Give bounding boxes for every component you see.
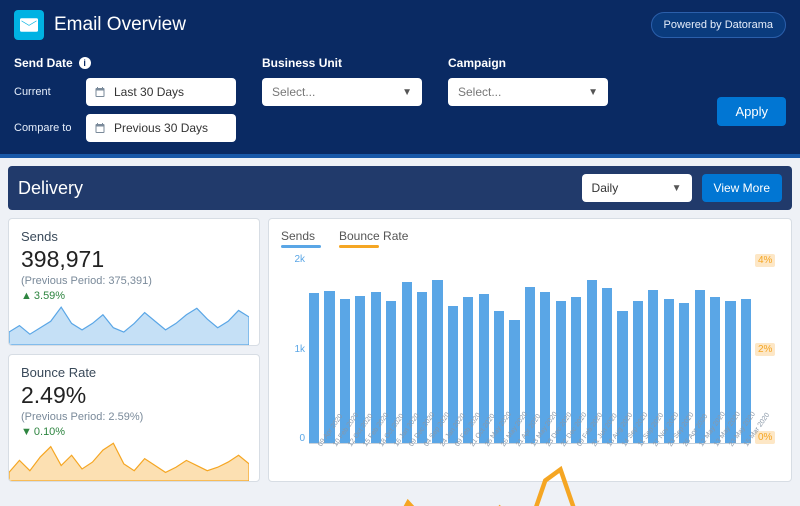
delivery-chart-card: Sends Bounce Rate 2k1k0 4%2%0% 09 Apr 20… [268,218,792,482]
bounce-sparkline [9,439,249,481]
business-unit-select[interactable]: Select... ▼ [262,78,422,106]
sends-value: 398,971 [21,246,247,273]
campaign-label: Campaign [448,56,608,70]
chart-line [309,254,751,506]
calendar-icon [94,122,106,134]
bounce-name: Bounce Rate [21,365,247,380]
filter-business-unit: Business Unit Select... ▼ [262,56,422,106]
sends-name: Sends [21,229,247,244]
chart-plot [309,254,751,444]
bounce-delta: ▼ 0.10% [21,426,247,438]
chevron-down-icon: ▼ [402,87,412,98]
page-title-wrap: Email Overview [14,10,186,40]
filter-send-date: Send Date i Current Last 30 Days Compare… [14,56,236,142]
powered-by-badge: Powered by Datorama [651,12,786,38]
current-date-value: Last 30 Days [114,85,184,99]
view-more-button[interactable]: View More [702,174,782,202]
delivery-title: Delivery [18,178,83,199]
campaign-select[interactable]: Select... ▼ [448,78,608,106]
bounce-card: Bounce Rate 2.49% (Previous Period: 2.59… [8,354,260,482]
compare-date-value: Previous 30 Days [114,121,208,135]
x-axis: 09 Apr 202010 Feb 202012 Oct 202015 Feb … [309,444,751,468]
campaign-placeholder: Select... [458,85,501,99]
business-unit-label: Business Unit [262,56,422,70]
grain-value: Daily [592,181,619,195]
sends-card: Sends 398,971 (Previous Period: 375,391)… [8,218,260,346]
send-date-label: Send Date [14,56,73,70]
chevron-down-icon: ▼ [672,183,682,194]
chart-legend: Sends Bounce Rate [281,229,779,248]
sends-previous: (Previous Period: 375,391) [21,275,247,287]
info-icon[interactable]: i [79,57,91,69]
triangle-up-icon: ▲ [21,290,32,302]
current-label: Current [14,86,76,98]
sends-delta: ▲ 3.59% [21,290,247,302]
apply-button[interactable]: Apply [717,97,786,126]
current-date-picker[interactable]: Last 30 Days [86,78,236,106]
delivery-bar: Delivery Daily ▼ View More [8,166,792,210]
chevron-down-icon: ▼ [588,87,598,98]
business-unit-placeholder: Select... [272,85,315,99]
compare-label: Compare to [14,122,76,134]
bounce-previous: (Previous Period: 2.59%) [21,411,247,423]
sends-sparkline [9,303,249,345]
header: Email Overview Powered by Datorama Send … [0,0,800,158]
y-axis-left: 2k1k0 [281,254,305,444]
filter-campaign: Campaign Select... ▼ [448,56,608,106]
grain-select[interactable]: Daily ▼ [582,174,692,202]
compare-date-picker[interactable]: Previous 30 Days [86,114,236,142]
legend-sends[interactable]: Sends [281,229,321,248]
page-title: Email Overview [54,14,186,36]
chart-body: 2k1k0 4%2%0% 09 Apr 202010 Feb 202012 Oc… [281,254,779,464]
email-icon [14,10,44,40]
triangle-down-icon: ▼ [21,426,32,438]
calendar-icon [94,86,106,98]
bounce-value: 2.49% [21,382,247,409]
legend-bounce[interactable]: Bounce Rate [339,229,408,248]
